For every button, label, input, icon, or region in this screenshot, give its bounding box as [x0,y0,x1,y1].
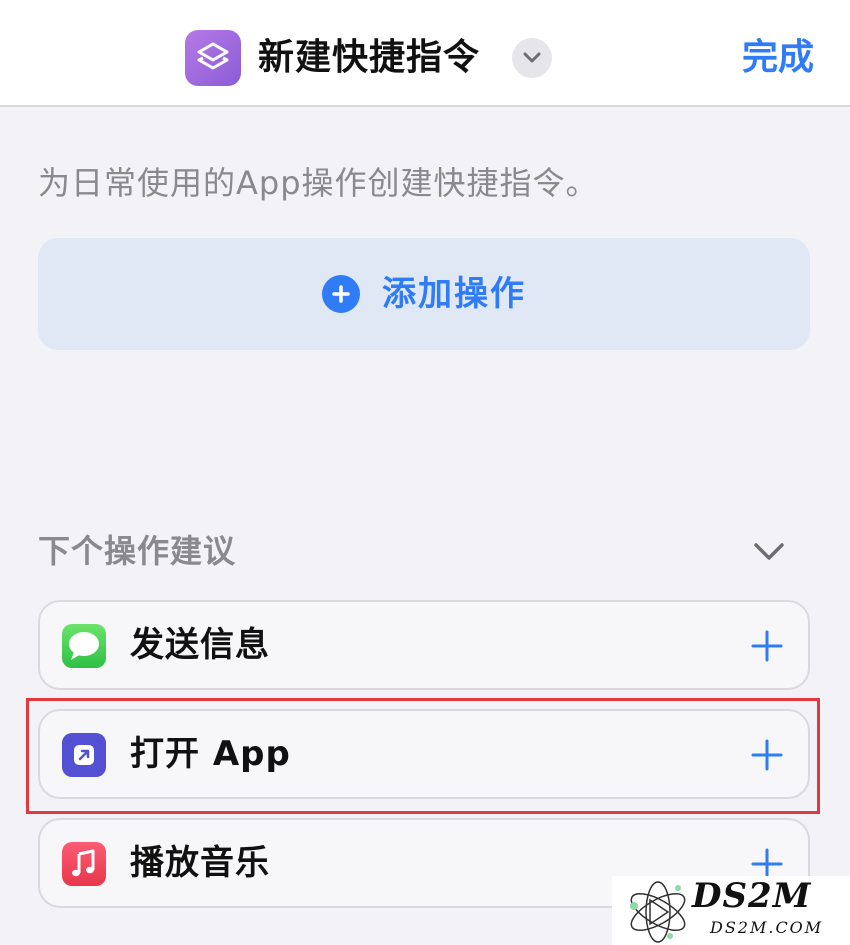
navigation-bar: 新建快捷指令 完成 [0,0,850,107]
highlight-box [26,698,820,814]
chevron-down-icon[interactable] [752,540,786,568]
suggestion-item-send-message[interactable]: 发送信息 [38,600,810,690]
page-title[interactable]: 新建快捷指令 [258,33,480,83]
add-action-button[interactable]: 添加操作 [38,238,810,350]
music-icon [62,842,106,886]
add-action-label: 添加操作 [382,274,526,314]
watermark-subtext: DS2M.COM [710,918,824,937]
suggestion-item-label: 播放音乐 [130,843,270,883]
messages-icon [62,624,106,668]
suggestion-item-label: 发送信息 [130,625,270,665]
description-text: 为日常使用的App操作创建快捷指令。 [38,164,599,202]
plus-icon[interactable] [750,629,784,667]
done-button[interactable]: 完成 [742,33,814,83]
watermark: DS2M DS2M.COM [612,876,850,945]
chevron-down-icon[interactable] [512,38,552,78]
suggestions-title: 下个操作建议 [38,532,237,570]
shortcuts-icon[interactable] [185,30,241,86]
watermark-text: DS2M [692,876,812,916]
plus-circle-icon [322,275,360,313]
watermark-logo-icon [630,881,686,943]
